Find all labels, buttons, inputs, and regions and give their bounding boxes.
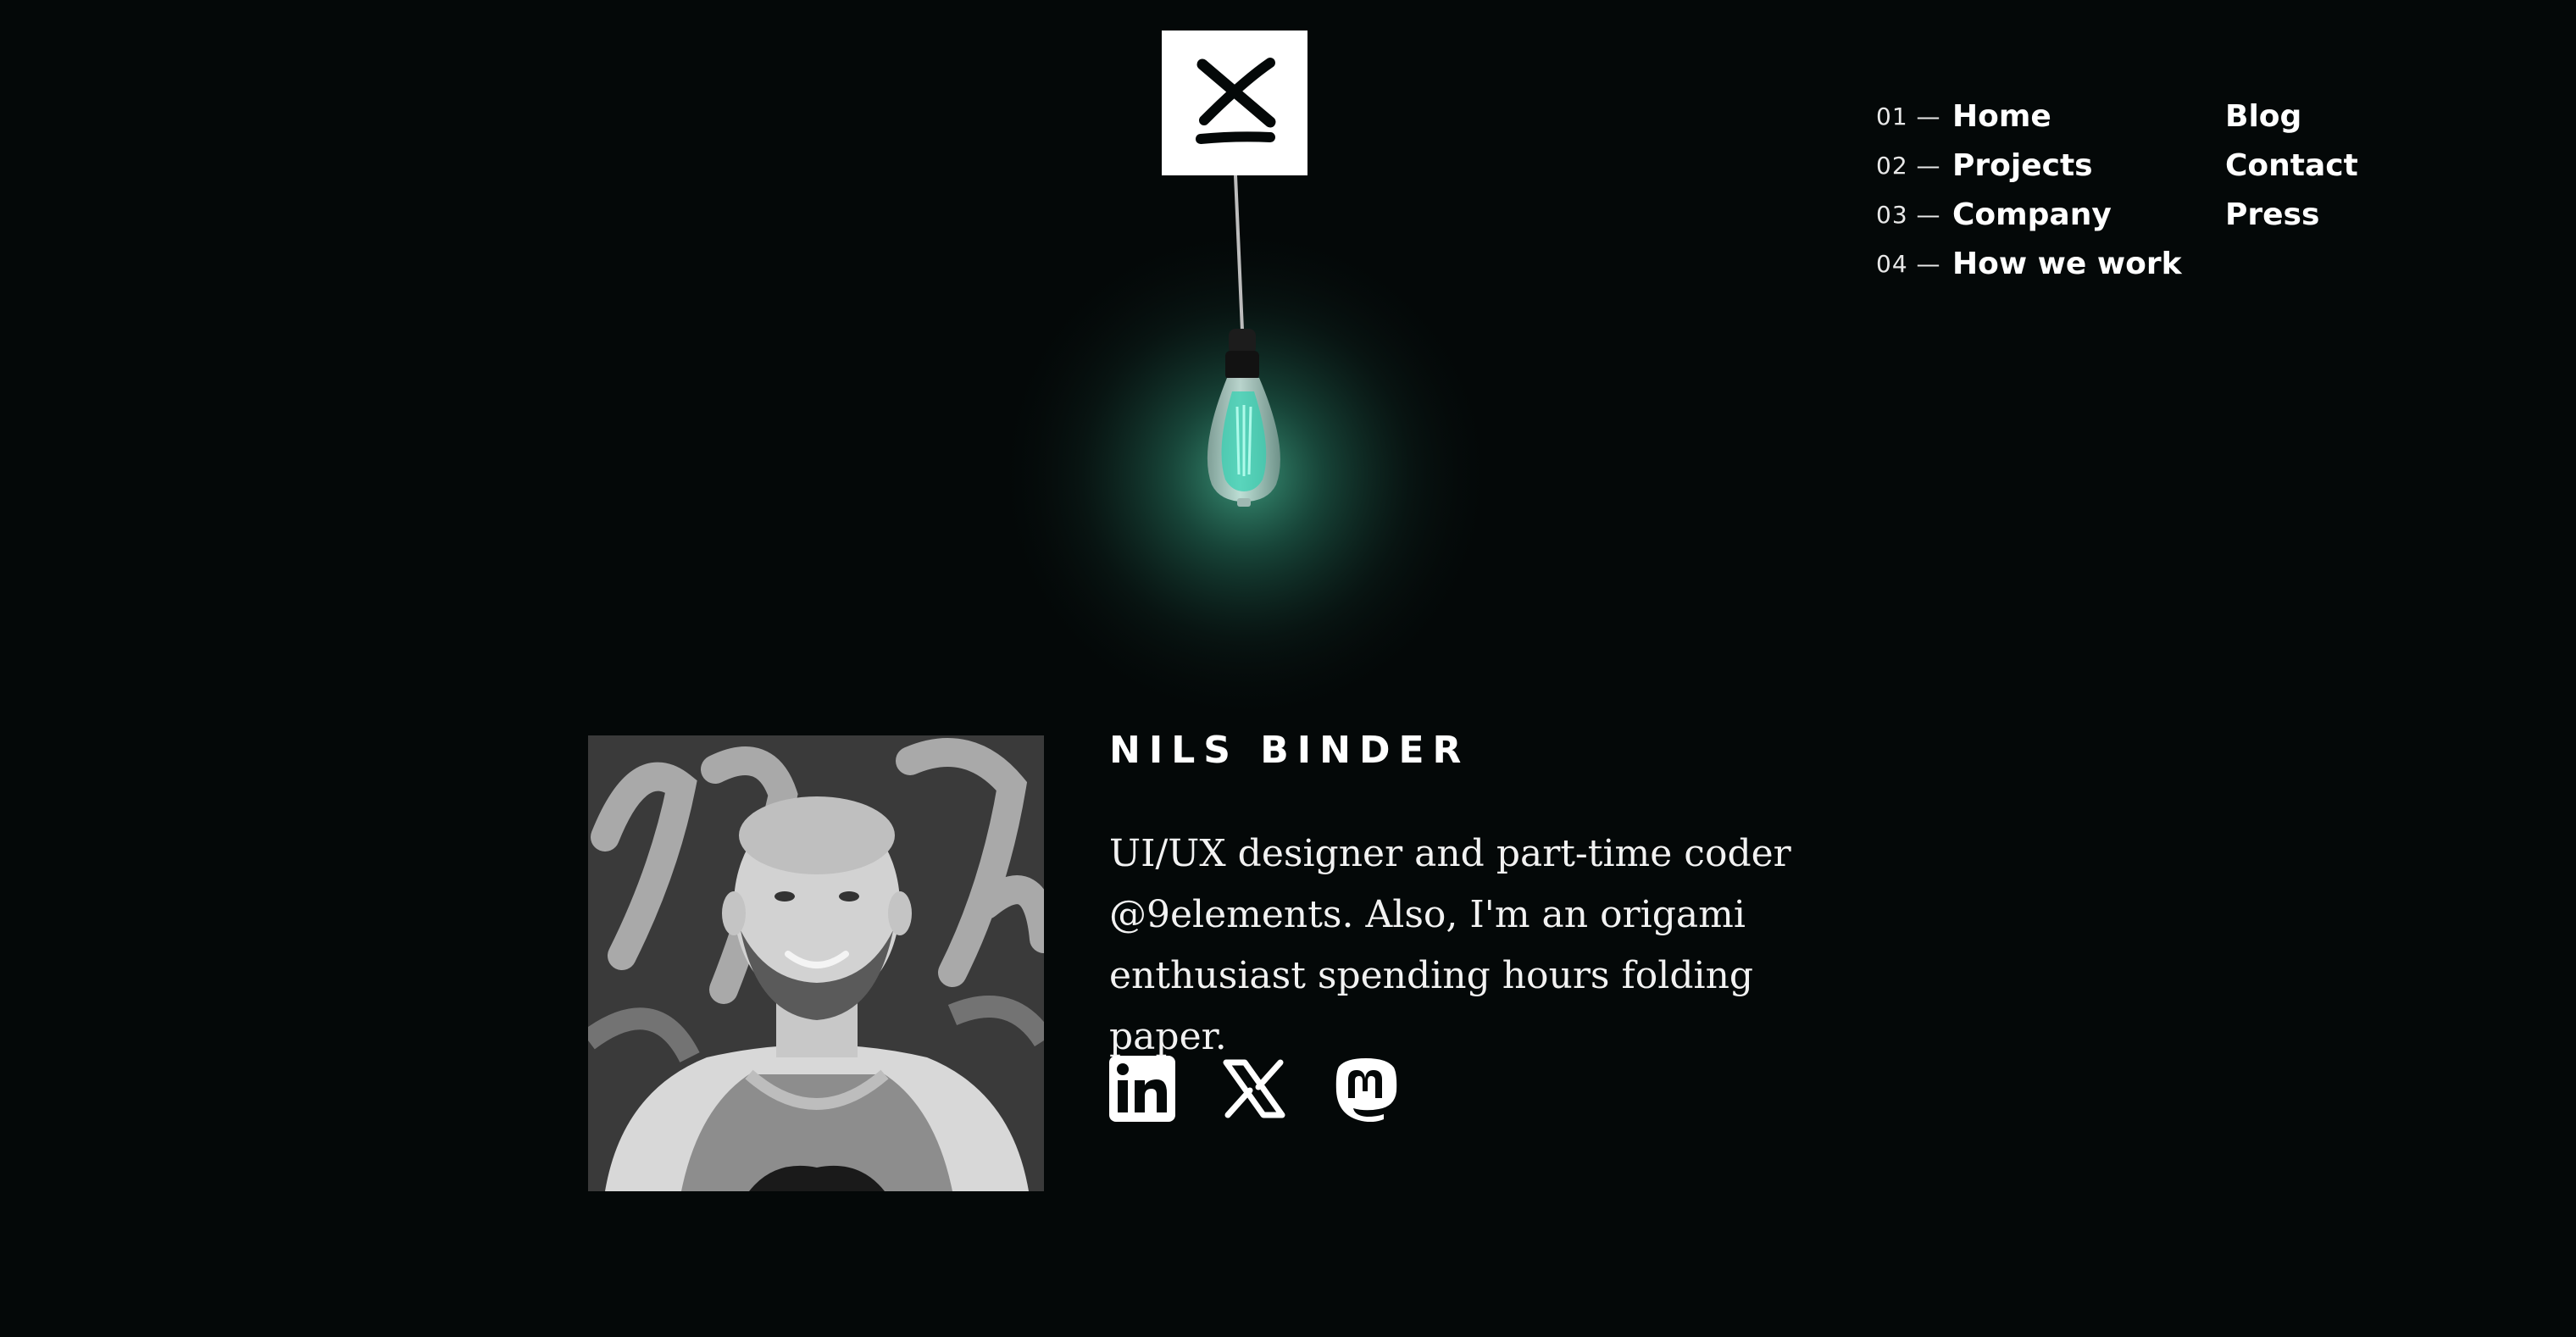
nav-number: 02 — bbox=[1876, 151, 1941, 180]
profile-name: NILS BINDER bbox=[1109, 729, 1470, 772]
home-logo-link[interactable] bbox=[1162, 31, 1307, 175]
linkedin-icon bbox=[1109, 1056, 1175, 1122]
nav-item-press: Press bbox=[2225, 190, 2429, 239]
main-navigation: 01 — Home 02 — Projects 03 — Company 04 … bbox=[1876, 92, 2429, 288]
nav-link-press[interactable]: Press bbox=[2225, 197, 2319, 232]
nav-link-contact[interactable]: Contact bbox=[2225, 148, 2358, 183]
x-link[interactable] bbox=[1221, 1056, 1287, 1122]
nav-number: 01 — bbox=[1876, 102, 1941, 130]
nav-link-home[interactable]: Home bbox=[1952, 99, 2051, 134]
primary-nav-list: 01 — Home 02 — Projects 03 — Company 04 … bbox=[1876, 92, 2225, 288]
nav-number: 03 — bbox=[1876, 200, 1941, 229]
light-bulb-icon bbox=[991, 175, 1500, 720]
nav-link-blog[interactable]: Blog bbox=[2225, 99, 2301, 134]
profile-photo bbox=[588, 735, 1044, 1191]
social-links bbox=[1109, 1056, 1445, 1122]
nav-link-projects[interactable]: Projects bbox=[1952, 148, 2093, 183]
profile-bio: UI/UX designer and part-time coder @9ele… bbox=[1109, 832, 1791, 1058]
portrait-photo bbox=[588, 735, 1044, 1191]
nav-item-company: 03 — Company bbox=[1876, 190, 2225, 239]
nav-item-contact: Contact bbox=[2225, 141, 2429, 190]
nav-link-how-we-work[interactable]: How we work bbox=[1952, 247, 2182, 281]
mastodon-icon bbox=[1335, 1058, 1397, 1122]
nav-item-projects: 02 — Projects bbox=[1876, 141, 2225, 190]
linkedin-link[interactable] bbox=[1109, 1056, 1175, 1122]
mastodon-link[interactable] bbox=[1333, 1056, 1399, 1122]
secondary-nav-list: Blog Contact Press bbox=[2225, 92, 2429, 288]
nav-item-blog: Blog bbox=[2225, 92, 2429, 141]
nav-link-company[interactable]: Company bbox=[1952, 197, 2112, 232]
x-icon bbox=[1223, 1059, 1285, 1118]
nav-item-how-we-work: 04 — How we work bbox=[1876, 239, 2225, 288]
nav-number: 04 — bbox=[1876, 249, 1941, 278]
nav-item-home: 01 — Home bbox=[1876, 92, 2225, 141]
hanging-lamp bbox=[974, 169, 1517, 720]
9elements-logo-icon bbox=[1196, 58, 1276, 144]
